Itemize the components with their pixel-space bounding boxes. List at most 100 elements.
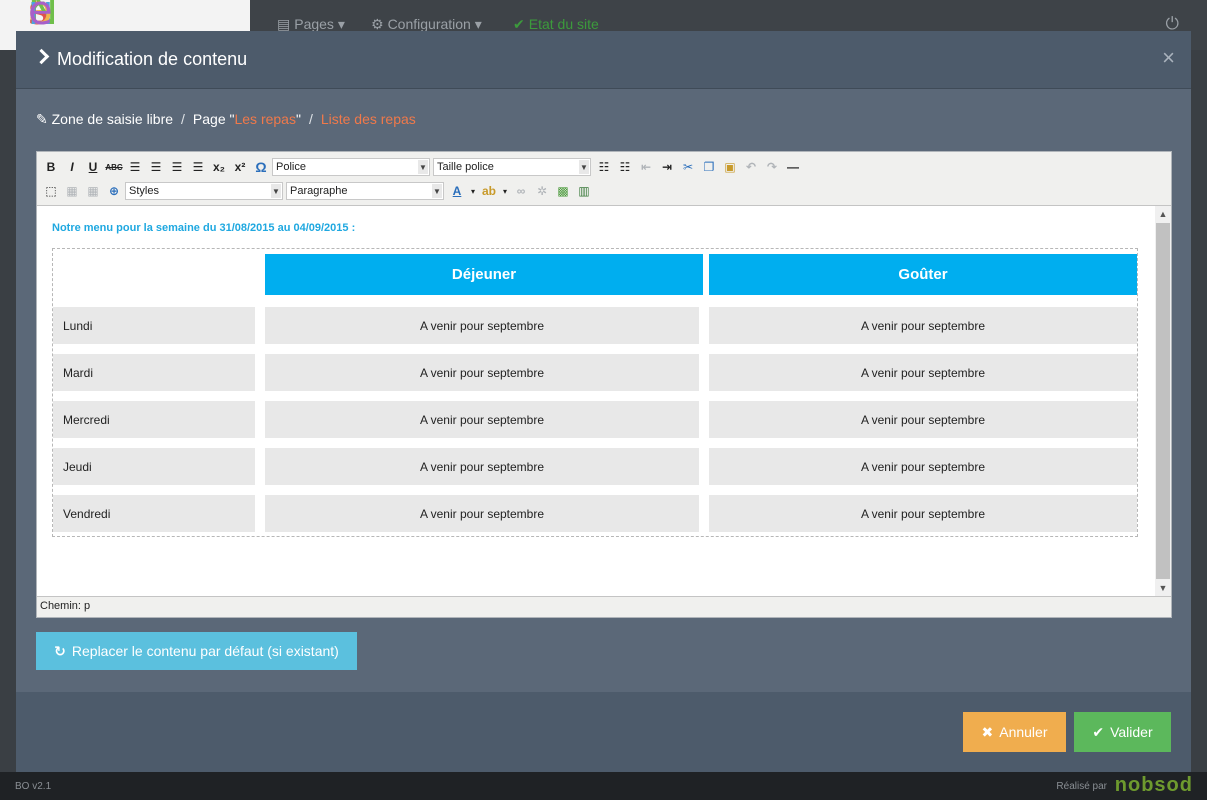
check-circle-icon: ✔ [513,16,525,32]
chevron-down-icon: ▼ [432,184,442,198]
styles-select-value: Styles [129,185,159,197]
redo-icon[interactable]: ↷ [762,157,782,177]
numbered-list-icon[interactable]: ☷ [615,157,635,177]
format-select[interactable]: Paragraphe ▼ [286,182,444,200]
breadcrumb-page[interactable]: Les repas [234,111,295,127]
modal-header: Modification de contenu × [16,31,1191,89]
table-row-icon[interactable]: ▦ [83,181,103,201]
image-icon[interactable]: ▩ [553,181,573,201]
align-left-icon[interactable]: ☰ [125,157,145,177]
align-center-icon[interactable]: ☰ [146,157,166,177]
cut-icon[interactable]: ✂ [678,157,698,177]
scroll-up-icon[interactable]: ▲ [1155,206,1171,222]
chevron-down-icon: ▼ [579,160,589,174]
modal-title: Modification de contenu [33,48,248,70]
bullet-list-icon[interactable]: ☷ [594,157,614,177]
table-cell-gouter: A venir pour septembre [709,448,1137,485]
table-cell-dejeuner: A venir pour septembre [265,354,699,391]
menu-table: Déjeuner Goûter Lundi A venir pour septe… [52,248,1138,537]
breadcrumb-separator: / [181,111,185,127]
underline-button[interactable]: U [83,157,103,177]
refresh-icon: ↻ [54,642,66,659]
table-cell-dejeuner: A venir pour septembre [265,448,699,485]
styles-select[interactable]: Styles ▼ [125,182,283,200]
modal-body: ✎ Zone de saisie libre / Page "Les repas" /… [16,89,1191,692]
undo-icon[interactable]: ↶ [741,157,761,177]
editor-content[interactable]: Notre menu pour la semaine du 31/08/2015… [37,206,1154,596]
menu-heading: Notre menu pour la semaine du 31/08/2015… [52,222,356,234]
strikethrough-button[interactable]: ABC [104,157,124,177]
chevron-down-icon: ▼ [271,184,281,198]
times-icon: ✖ [981,723,994,740]
text-color-icon[interactable]: A [447,181,467,201]
table-cell-dejeuner: A venir pour septembre [265,307,699,344]
special-char-icon[interactable]: Ω [251,157,271,177]
element-path: Chemin: p [40,600,91,612]
breadcrumb: ✎ Zone de saisie libre / Page "Les repas" /… [36,111,416,128]
edit-content-modal: Modification de contenu × ✎ Zone de sais… [16,31,1191,772]
made-by-label: Réalisé par [1056,781,1107,792]
reset-default-button[interactable]: ↻ Replacer le contenu par défaut (si exis… [36,632,357,670]
table-cell-gouter: A venir pour septembre [709,307,1137,344]
paste-icon[interactable]: ▣ [720,157,740,177]
nav-site-status-label: Etat du site [528,16,599,32]
editor-toolbar: B I U ABC ☰ ☰ ☰ ☰ x₂ x² Ω Police ▼ Taille… [37,152,1171,206]
select-all-icon[interactable]: ⬚ [41,181,61,201]
horizontal-rule-icon[interactable]: — [783,157,803,177]
close-icon[interactable]: × [1162,45,1175,71]
modal-title-text: Modification de contenu [57,49,248,69]
superscript-button[interactable]: x² [230,157,250,177]
editor-scrollbar[interactable]: ▲ ▼ [1155,206,1171,596]
cancel-button[interactable]: ✖ Annuler [963,712,1066,752]
format-select-value: Paragraphe [290,185,348,197]
highlight-color-icon[interactable]: ab [479,181,499,201]
media-icon[interactable]: ▥ [574,181,594,201]
table-cell-gouter: A venir pour septembre [709,354,1137,391]
nav-pages-label: Pages [294,16,334,32]
italic-button[interactable]: I [62,157,82,177]
align-justify-icon[interactable]: ☰ [188,157,208,177]
link-icon[interactable]: ∞ [511,181,531,201]
column-header-gouter: Goûter [709,254,1137,295]
chevron-down-icon: ▼ [418,160,428,174]
gear-icon: ⚙ [371,16,384,32]
font-select[interactable]: Police ▼ [272,158,430,176]
align-right-icon[interactable]: ☰ [167,157,187,177]
nav-configuration-label: Configuration [387,16,471,32]
brand-logo[interactable]: nobsod [1115,774,1193,797]
font-size-select[interactable]: Taille police ▼ [433,158,591,176]
breadcrumb-page-prefix: Page " [192,111,235,127]
app-footer: BO v2.1 Réalisé par nobsod [0,772,1207,800]
copy-icon[interactable]: ❐ [699,157,719,177]
file-icon: ▤ [277,16,291,32]
bold-button[interactable]: B [41,157,61,177]
breadcrumb-page-suffix: " [295,111,301,127]
cancel-label: Annuler [999,724,1048,740]
check-icon: ✔ [1092,723,1105,740]
modal-footer: ✖ Annuler ✔ Valider [16,692,1191,772]
table-cell-day: Vendredi [53,495,255,532]
wysiwyg-editor: B I U ABC ☰ ☰ ☰ ☰ x₂ x² Ω Police ▼ Taille… [36,151,1172,618]
chevron-down-icon[interactable]: ▾ [500,181,510,201]
table-cell-day: Jeudi [53,448,255,485]
scroll-down-icon[interactable]: ▼ [1155,580,1171,596]
table-cell-icon[interactable]: ▦ [62,181,82,201]
chevron-right-icon [33,48,50,65]
table-cell-gouter: A venir pour septembre [709,401,1137,438]
table-cell-dejeuner: A venir pour septembre [265,495,699,532]
outdent-icon[interactable]: ⇤ [636,157,656,177]
column-header-dejeuner: Déjeuner [265,254,703,295]
table-cell-gouter: A venir pour septembre [709,495,1137,532]
insert-anchor-icon[interactable]: ⊕ [104,181,124,201]
table-cell-day: Mardi [53,354,255,391]
indent-icon[interactable]: ⇥ [657,157,677,177]
breadcrumb-current[interactable]: Liste des repas [321,111,416,127]
subscript-button[interactable]: x₂ [209,157,229,177]
scrollbar-thumb[interactable] [1156,223,1170,579]
table-cell-day: Mercredi [53,401,255,438]
validate-button[interactable]: ✔ Valider [1074,712,1171,752]
breadcrumb-separator: / [308,111,313,127]
edit-icon: ✎ [36,111,48,127]
unlink-icon[interactable]: ✲ [532,181,552,201]
chevron-down-icon[interactable]: ▾ [468,181,478,201]
